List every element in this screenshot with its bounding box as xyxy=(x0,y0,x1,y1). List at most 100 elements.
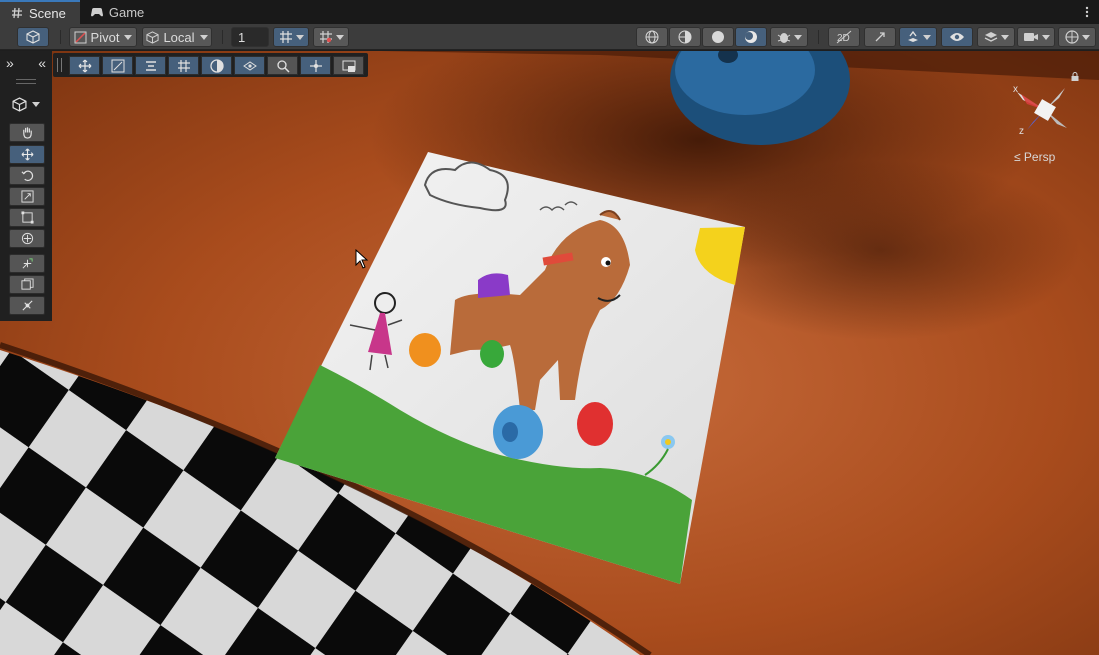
move-tool-button[interactable] xyxy=(9,145,45,164)
chevron-down-icon xyxy=(793,34,802,40)
bounds-icon xyxy=(20,278,34,290)
overlay-move-button[interactable] xyxy=(69,56,100,75)
overlay-camera-button[interactable] xyxy=(333,56,364,75)
chevron-down-icon xyxy=(335,34,344,40)
scene-viewport[interactable] xyxy=(0,51,1099,655)
hand-icon xyxy=(22,127,32,139)
snap-increment-button[interactable] xyxy=(313,27,349,47)
navmesh-icon xyxy=(242,60,257,71)
scale-tool-button[interactable] xyxy=(9,187,45,206)
drag-handle[interactable] xyxy=(16,79,36,80)
chevron-down-icon xyxy=(124,34,133,40)
collapse-toolbar-button[interactable]: « xyxy=(38,55,46,73)
overlay-navmesh-button[interactable] xyxy=(234,56,265,75)
scale-icon xyxy=(20,190,34,203)
custom-tool-button[interactable] xyxy=(9,254,45,273)
overlay-align-button[interactable] xyxy=(135,56,166,75)
rect-transform-icon xyxy=(20,211,34,224)
custom-tool-icon xyxy=(22,258,33,269)
align-icon xyxy=(145,60,156,71)
camera-icon xyxy=(1023,33,1038,41)
gizmo-x-label: x xyxy=(1013,84,1018,95)
chevron-down-icon xyxy=(922,34,931,40)
scene-visibility-button[interactable] xyxy=(941,27,973,47)
camera-settings-dropdown[interactable] xyxy=(1017,27,1055,47)
chevron-down-icon xyxy=(1041,34,1050,40)
lit-sphere-icon xyxy=(745,31,757,43)
pivot-dropdown[interactable]: Pivot xyxy=(69,27,137,47)
chevron-down-icon xyxy=(1081,34,1090,40)
rotate-icon xyxy=(21,170,33,182)
cube-icon xyxy=(12,97,27,112)
more-options-icon[interactable] xyxy=(1075,0,1099,24)
probe-icon xyxy=(21,300,33,311)
eye-icon xyxy=(950,33,964,41)
overlay-snap-button[interactable] xyxy=(102,56,133,75)
unlit-shading-button[interactable] xyxy=(702,27,734,47)
toggle-2d-button[interactable]: 2D xyxy=(828,27,860,47)
grid-snap-button[interactable] xyxy=(273,27,309,47)
effects-icon xyxy=(907,30,918,42)
tab-scene[interactable]: Scene xyxy=(0,0,80,24)
overlay-search-button[interactable] xyxy=(267,56,298,75)
wireframe-shading-button[interactable] xyxy=(636,27,668,47)
grid-icon xyxy=(279,31,292,43)
layers-dropdown[interactable] xyxy=(977,27,1015,47)
draw-mode-button[interactable] xyxy=(17,27,49,47)
chevron-down-icon xyxy=(1000,34,1009,40)
pivot-arrows-icon xyxy=(309,59,322,72)
lock-icon[interactable] xyxy=(1071,70,1079,84)
scene-toolbar: Pivot Local 1 2D xyxy=(0,24,1099,50)
grid-icon xyxy=(177,59,190,72)
edit-bounds-button[interactable] xyxy=(9,275,45,294)
overlay-lighting-button[interactable] xyxy=(201,56,232,75)
2d-icon: 2D xyxy=(836,30,852,44)
rotate-tool-button[interactable] xyxy=(9,166,45,185)
light-icon xyxy=(875,32,885,42)
cube-outline-icon xyxy=(146,30,160,44)
shaded-wireframe-button[interactable] xyxy=(669,27,701,47)
grid-snap-icon xyxy=(319,31,332,43)
chevron-down-icon xyxy=(199,34,208,40)
tab-bar: Scene Game xyxy=(0,0,1099,24)
chevron-down-icon xyxy=(295,34,304,40)
layers-icon xyxy=(984,32,997,42)
toggle-lighting-button[interactable] xyxy=(864,27,896,47)
scene-effects-button[interactable] xyxy=(899,27,937,47)
wireframe-sphere-icon xyxy=(645,30,659,44)
search-icon xyxy=(276,59,290,73)
probe-tool-button[interactable] xyxy=(9,296,45,315)
local-dropdown[interactable]: Local xyxy=(142,27,212,47)
cube-icon xyxy=(26,30,40,44)
gamepad-icon xyxy=(90,5,104,19)
svg-text:2D: 2D xyxy=(837,33,850,44)
tool-context-dropdown[interactable] xyxy=(12,97,40,112)
gizmo-z-label: z xyxy=(1019,126,1024,137)
view-tool-button[interactable] xyxy=(9,123,45,142)
hash-icon xyxy=(10,6,24,20)
overlay-pivot-button[interactable] xyxy=(300,56,331,75)
overlay-grid-button[interactable] xyxy=(168,56,199,75)
grid-size-input[interactable]: 1 xyxy=(231,27,269,47)
rect-tool-button[interactable] xyxy=(9,208,45,227)
pivot-icon xyxy=(74,31,87,43)
tools-overlay: » « xyxy=(0,51,52,321)
component-tools-overlay xyxy=(53,53,368,77)
mouse-cursor-icon xyxy=(355,248,369,272)
overlay-drag-handle[interactable] xyxy=(57,58,62,72)
debug-draw-mode-button[interactable] xyxy=(770,27,808,47)
gizmo-globe-icon xyxy=(1064,30,1079,44)
scene-render xyxy=(0,51,1099,655)
bug-icon xyxy=(777,33,790,43)
transform-tool-button[interactable] xyxy=(9,229,45,248)
tab-scene-label: Scene xyxy=(29,5,66,21)
solid-sphere-icon xyxy=(712,31,724,43)
shaded-wire-sphere-icon xyxy=(678,30,692,44)
perspective-label[interactable]: ≤ Persp xyxy=(1014,150,1055,164)
transform-icon xyxy=(21,232,33,245)
expand-toolbar-button[interactable]: » xyxy=(6,55,14,73)
tab-game[interactable]: Game xyxy=(80,0,158,24)
lit-shading-button[interactable] xyxy=(735,27,767,47)
move-arrows-icon xyxy=(78,59,91,72)
gizmos-dropdown[interactable] xyxy=(1058,27,1096,47)
